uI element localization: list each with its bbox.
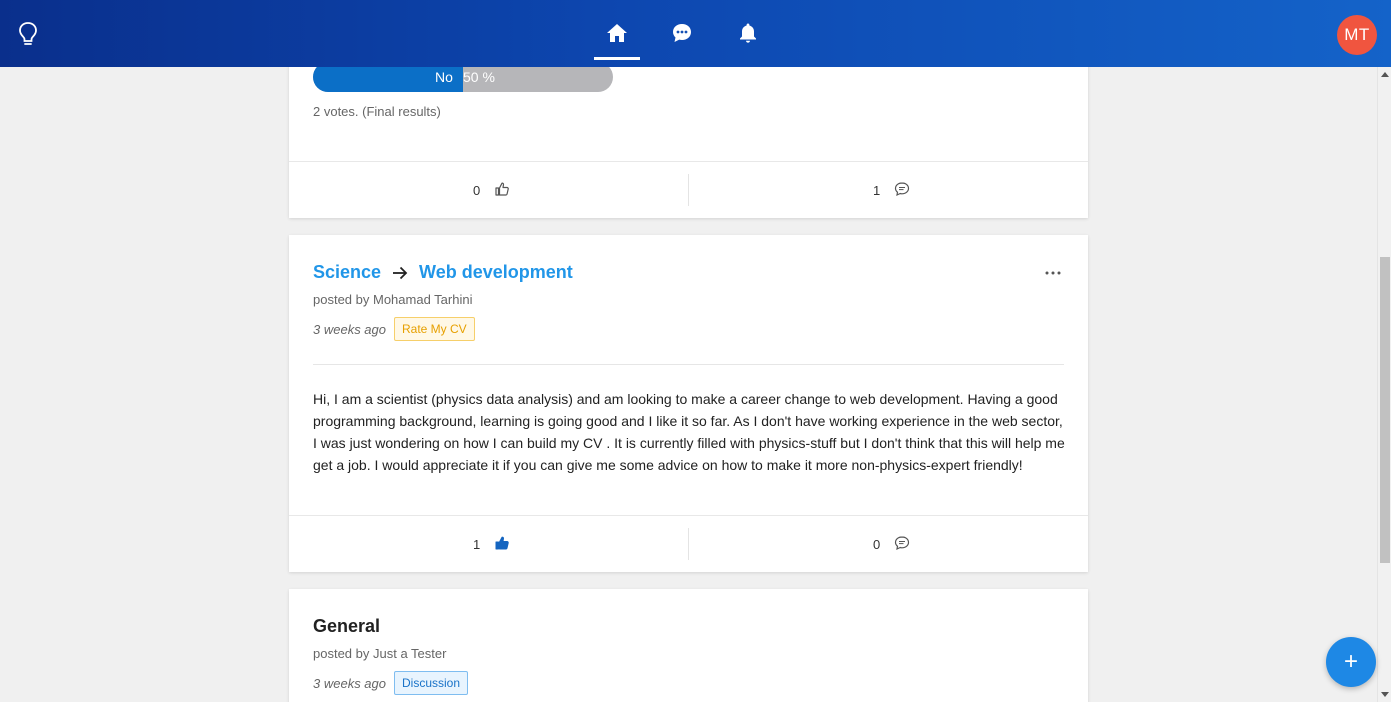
scroll-down-arrow-icon[interactable] xyxy=(1381,692,1389,697)
more-options-icon[interactable] xyxy=(1041,263,1065,283)
poll-votes-summary: 2 votes. (Final results) xyxy=(313,104,441,119)
like-button[interactable]: 1 xyxy=(473,516,510,572)
post-timestamp: 3 weeks ago xyxy=(313,675,386,691)
like-count: 1 xyxy=(473,536,481,552)
comment-icon xyxy=(894,535,910,554)
post-footer: 1 0 xyxy=(289,515,1088,572)
comment-icon xyxy=(894,181,910,200)
post-category-breadcrumb: Science Web development xyxy=(313,262,573,283)
like-button[interactable]: 0 xyxy=(473,162,510,218)
scroll-up-arrow-icon[interactable] xyxy=(1381,72,1389,77)
arrow-right-icon xyxy=(391,264,409,282)
thumbs-up-outline-icon xyxy=(494,181,510,200)
comment-count: 1 xyxy=(873,182,881,198)
post-card: General posted by Just a Tester 3 weeks … xyxy=(289,589,1088,702)
comment-button[interactable]: 1 xyxy=(873,162,910,218)
comment-button[interactable]: 0 xyxy=(873,516,910,572)
poll-option-label: No xyxy=(435,69,453,85)
active-tab-indicator xyxy=(594,57,640,60)
category-link[interactable]: Science xyxy=(313,262,381,283)
post-body: Hi, I am a scientist (physics data analy… xyxy=(313,391,1065,473)
comment-count: 0 xyxy=(873,536,881,552)
chat-icon[interactable] xyxy=(669,20,695,46)
user-avatar[interactable]: MT xyxy=(1337,15,1377,55)
post-meta: 3 weeks ago Rate My CV xyxy=(313,317,475,341)
plus-icon: + xyxy=(1343,648,1358,675)
lightbulb-icon[interactable] xyxy=(16,21,40,47)
post-category: General xyxy=(313,616,380,637)
footer-divider xyxy=(688,174,689,206)
category-label[interactable]: General xyxy=(313,616,380,637)
footer-divider xyxy=(688,528,689,560)
bell-icon[interactable] xyxy=(735,20,761,46)
post-author: posted by Mohamad Tarhini xyxy=(313,292,473,307)
page-scrollbar[interactable] xyxy=(1377,67,1391,702)
post-meta: 3 weeks ago Discussion xyxy=(313,671,469,695)
post-card: Science Web development posted by Mohama… xyxy=(289,235,1088,572)
thumbs-up-filled-icon xyxy=(494,535,510,554)
post-author: posted by Just a Tester xyxy=(313,646,447,661)
post-tag[interactable]: Rate My CV xyxy=(394,317,475,341)
home-icon[interactable] xyxy=(604,20,630,46)
like-count: 0 xyxy=(473,182,481,198)
top-navigation-bar: MT xyxy=(0,0,1391,67)
poll-percent-label: 50 % xyxy=(463,69,495,85)
post-tag[interactable]: Discussion xyxy=(394,671,469,695)
divider xyxy=(313,364,1064,365)
subcategory-link[interactable]: Web development xyxy=(419,262,573,283)
post-footer: 0 1 xyxy=(289,161,1088,218)
create-post-button[interactable]: + xyxy=(1326,637,1376,687)
scrollbar-thumb[interactable] xyxy=(1380,257,1390,563)
post-timestamp: 3 weeks ago xyxy=(313,321,386,337)
